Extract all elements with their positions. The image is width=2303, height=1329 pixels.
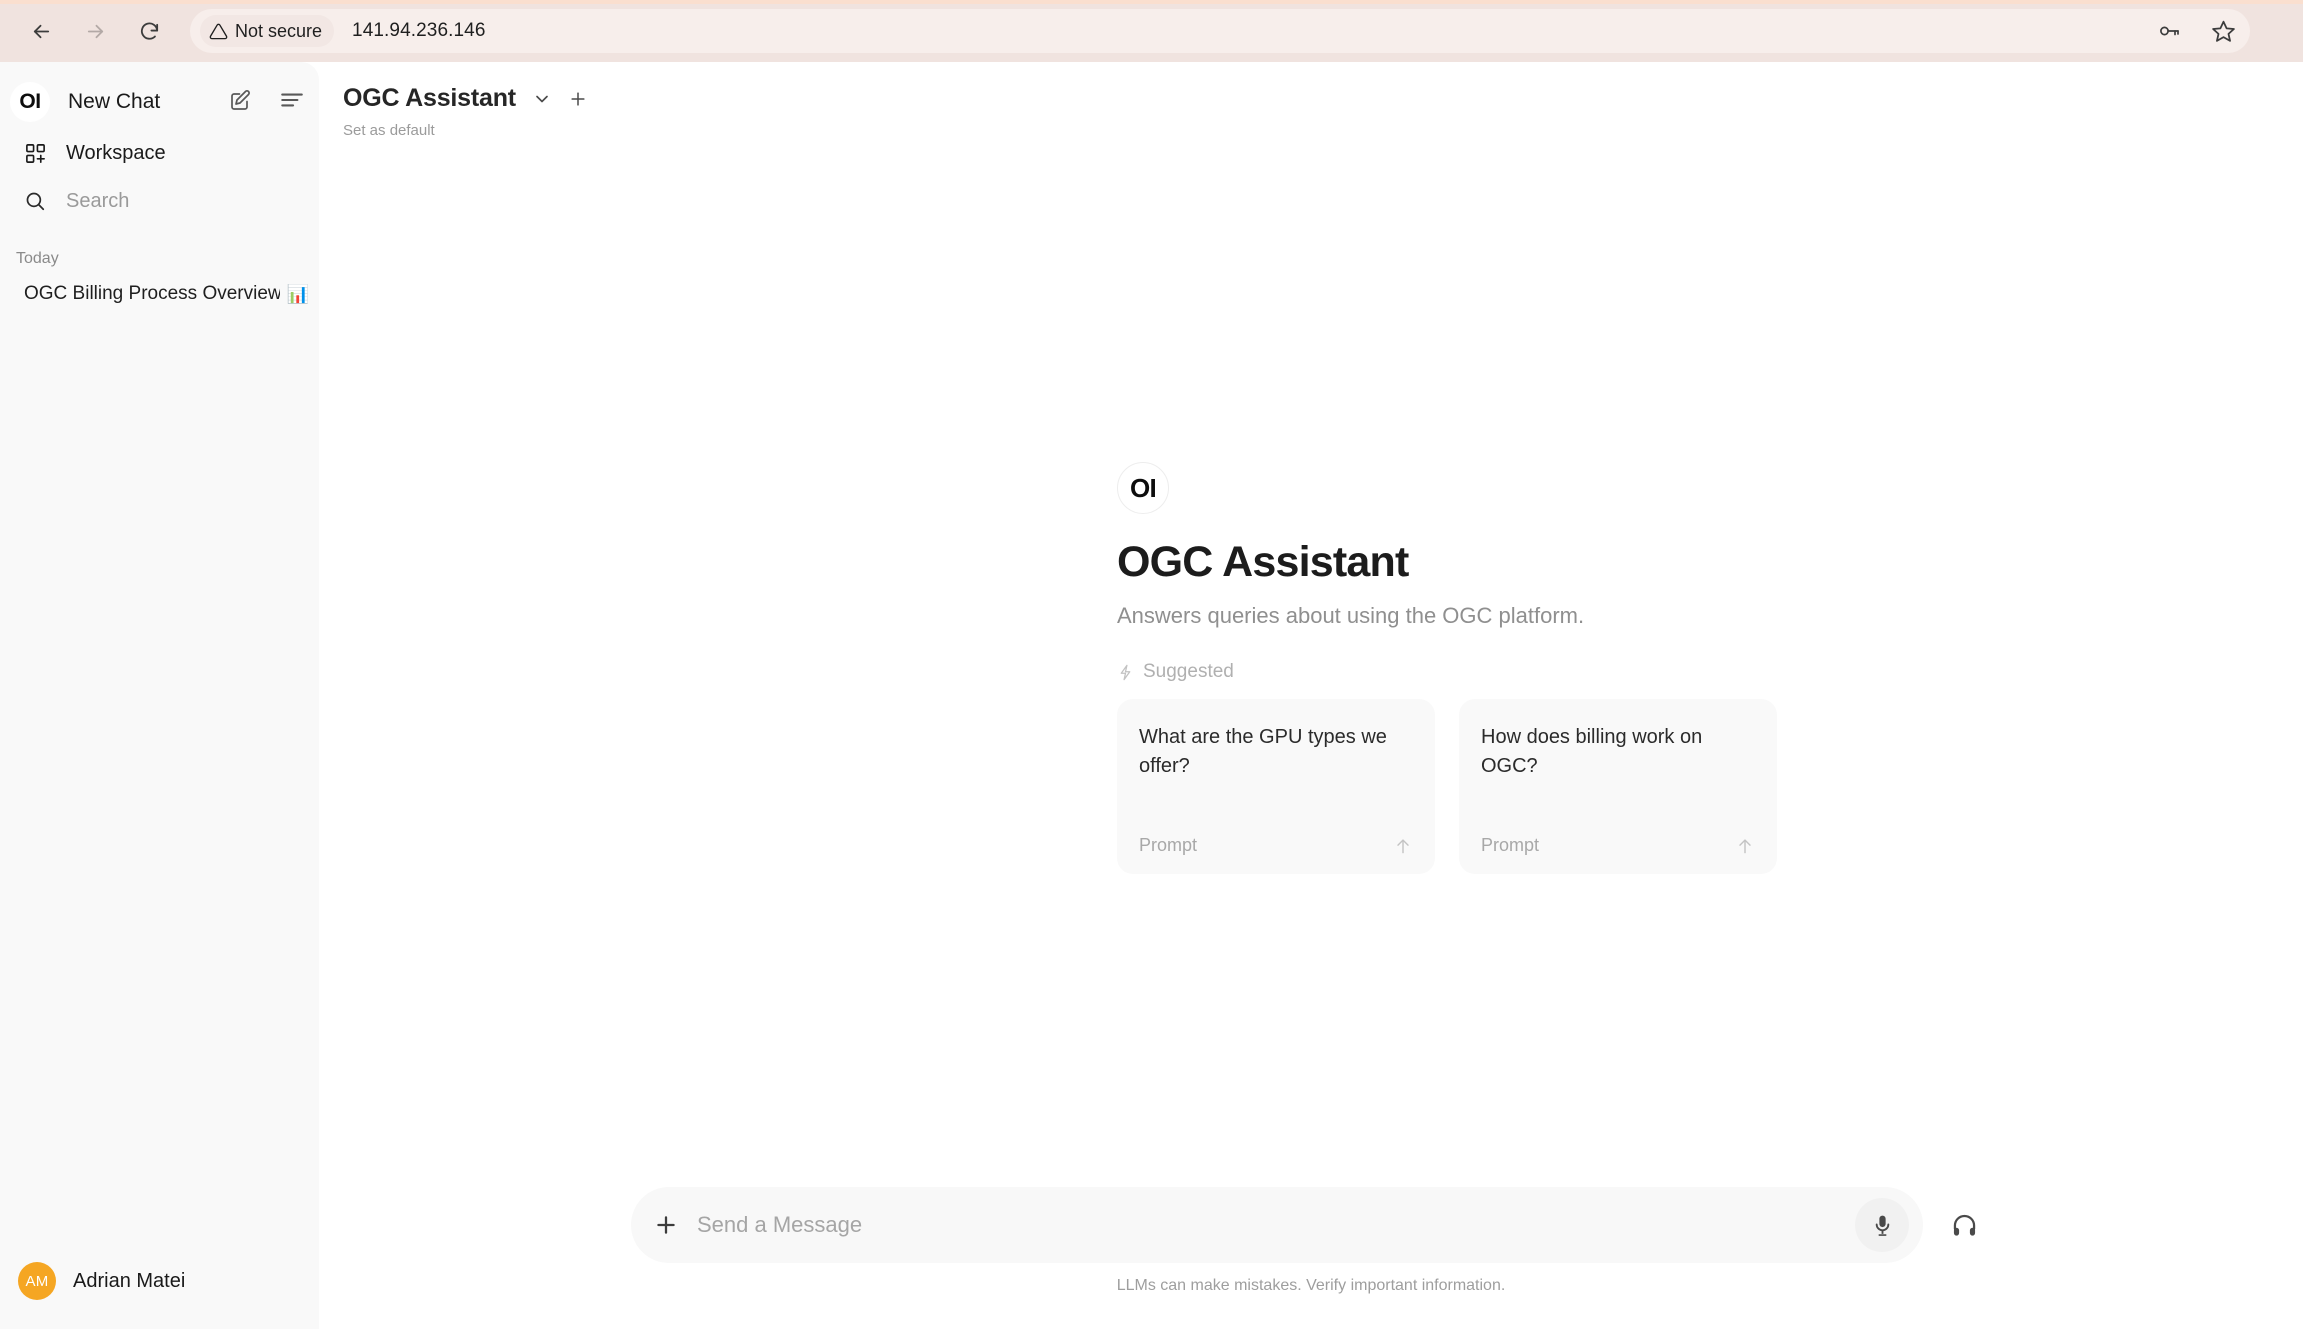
browser-chrome: Not secure 141.94.236.146 xyxy=(0,0,2303,62)
suggested-prompt-card[interactable]: How does billing work on OGC? Prompt xyxy=(1459,699,1777,874)
password-manager-button[interactable] xyxy=(2157,19,2181,43)
main-content: OGC Assistant Set as default OI OGC Assi… xyxy=(319,62,2303,1329)
assistant-logo-text: OI xyxy=(1129,472,1157,503)
sidebar-item-workspace[interactable]: Workspace xyxy=(10,130,309,176)
url-text: 141.94.236.146 xyxy=(352,20,486,41)
chat-history-item[interactable]: OGC Billing Process Overview 📊 xyxy=(10,272,309,316)
suggested-cards: What are the GPU types we offer? Prompt … xyxy=(1117,699,1817,874)
arrow-right-icon xyxy=(87,24,103,38)
app-root: OI New Chat Workspace Search Today OGC B… xyxy=(0,62,2303,1329)
key-icon xyxy=(2160,26,2179,36)
disclaimer-text: LLMs can make mistakes. Verify important… xyxy=(1116,1277,1506,1294)
browser-nav-buttons xyxy=(24,14,166,48)
card-type-label: Prompt xyxy=(1481,835,1540,855)
card-footer: Prompt xyxy=(1481,835,1755,856)
suggested-prompt-text: What are the GPU types we offer? xyxy=(1139,726,1387,777)
address-bar[interactable]: Not secure 141.94.236.146 xyxy=(190,9,2250,53)
avatar-initials: AM xyxy=(25,1272,49,1290)
arrow-up-icon[interactable] xyxy=(1735,836,1755,856)
chat-header: OGC Assistant Set as default xyxy=(319,62,2303,139)
model-name: OGC Assistant xyxy=(343,84,516,112)
sidebar-item-search[interactable]: Search xyxy=(10,178,309,224)
set-as-default-link[interactable]: Set as default xyxy=(343,122,2303,139)
omnibox-actions xyxy=(2157,19,2236,44)
assistant-logo: OI xyxy=(1117,462,1169,514)
new-chat-label: New Chat xyxy=(68,90,161,113)
bookmark-button[interactable] xyxy=(2211,19,2236,44)
microphone-button[interactable] xyxy=(1855,1198,1909,1252)
user-profile-button[interactable]: AM Adrian Matei xyxy=(0,1253,319,1309)
reload-button[interactable] xyxy=(132,14,166,48)
arrow-left-icon xyxy=(33,24,49,38)
headphones-icon xyxy=(1953,1214,1975,1236)
avatar: AM xyxy=(18,1262,56,1300)
assistant-description: Answers queries about using the OGC plat… xyxy=(1117,603,1585,628)
microphone-icon xyxy=(1875,1215,1889,1236)
chevron-down-icon[interactable] xyxy=(532,89,552,109)
security-label: Not secure xyxy=(235,20,323,41)
reload-icon xyxy=(140,22,158,40)
card-footer: Prompt xyxy=(1139,835,1413,856)
message-composer[interactable] xyxy=(631,1187,1923,1263)
sidebar-toggle-icon[interactable] xyxy=(279,87,305,118)
sidebar: OI New Chat Workspace Search Today OGC B… xyxy=(0,62,319,1329)
message-input[interactable] xyxy=(697,1212,1855,1238)
brand-logo-text: OI xyxy=(19,90,41,113)
page-title: OGC Assistant xyxy=(1117,538,1409,586)
lightning-bolt-icon xyxy=(1117,664,1134,681)
chat-history-title: OGC Billing Process Overview xyxy=(24,283,280,304)
compose-pencil-icon[interactable] xyxy=(229,88,253,117)
warning-triangle-icon xyxy=(209,23,228,39)
arrow-up-icon[interactable] xyxy=(1393,836,1413,856)
suggested-prompt-text: How does billing work on OGC? xyxy=(1481,726,1703,777)
card-type-label: Prompt xyxy=(1139,835,1198,855)
site-security-chip[interactable]: Not secure xyxy=(200,15,335,47)
sidebar-new-chat-row[interactable]: OI New Chat xyxy=(0,76,319,128)
brand-logo: OI xyxy=(10,82,50,122)
search-input-placeholder: Search xyxy=(66,189,130,212)
workspace-grid-plus-icon xyxy=(24,142,54,165)
sidebar-item-label: Workspace xyxy=(66,141,166,164)
attach-plus-icon[interactable] xyxy=(653,1212,679,1238)
composer-row xyxy=(631,1187,1991,1263)
sidebar-top-icons xyxy=(229,87,305,118)
voice-call-button[interactable] xyxy=(1937,1198,1991,1252)
bar-chart-emoji-icon: 📊 xyxy=(286,283,309,304)
star-icon xyxy=(2212,20,2235,42)
new-model-chat-plus-icon[interactable] xyxy=(568,89,588,109)
chat-section-label: Today xyxy=(16,250,59,267)
back-button[interactable] xyxy=(24,14,58,48)
suggested-label: Suggested xyxy=(1143,661,1234,682)
suggested-prompt-card[interactable]: What are the GPU types we offer? Prompt xyxy=(1117,699,1435,874)
composer-area: LLMs can make mistakes. Verify important… xyxy=(319,1187,2303,1295)
model-selector-row[interactable]: OGC Assistant xyxy=(343,84,2303,113)
forward-button[interactable] xyxy=(78,14,112,48)
chrome-accent-bar xyxy=(0,0,2303,4)
user-name: Adrian Matei xyxy=(73,1269,186,1292)
welcome-panel: OI OGC Assistant Answers queries about u… xyxy=(1117,462,1817,874)
suggested-header: Suggested xyxy=(1117,661,1817,683)
search-icon xyxy=(24,190,54,212)
